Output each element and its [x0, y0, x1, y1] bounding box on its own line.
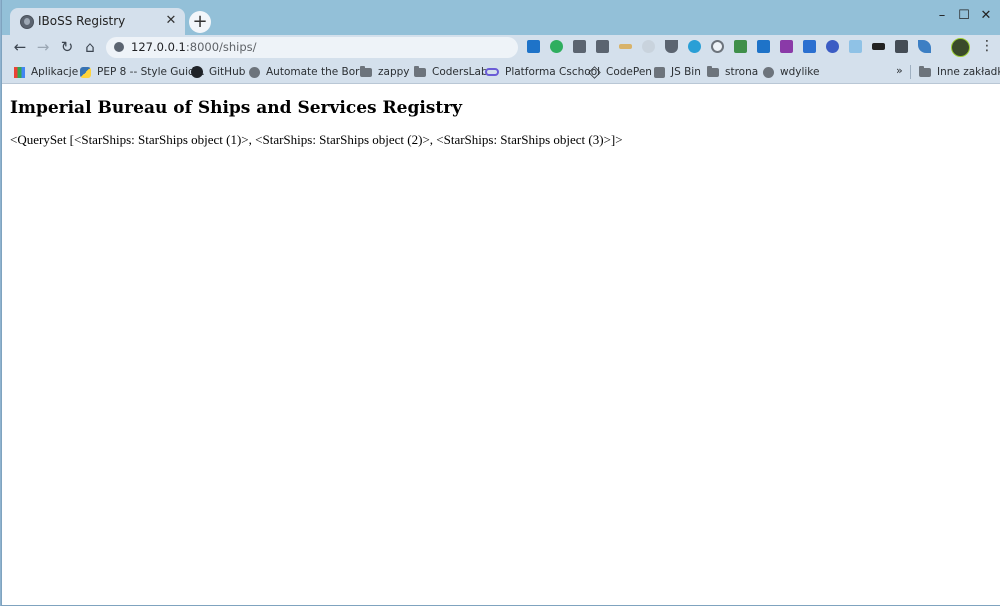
trello-board-extension-icon[interactable] — [757, 40, 770, 53]
bookmarks-bar: Aplikacje PEP 8 -- Style Guid... GitHub … — [2, 60, 1000, 84]
bookmark-label: zappy — [378, 66, 410, 78]
tab-iboss-registry[interactable]: IBoSS Registry ✕ — [10, 8, 185, 35]
folder-icon — [414, 65, 426, 77]
color-picker-extension-icon[interactable] — [826, 40, 839, 53]
pocket-extension-icon[interactable] — [665, 40, 678, 53]
browser-toolbar: ← → ↻ ⌂ 127.0.0.1:8000/ships/ ⋮ — [2, 35, 1000, 60]
jsbin-icon — [654, 66, 665, 78]
bookmark-aplikacje[interactable]: Aplikacje — [14, 64, 78, 80]
tab-title: IBoSS Registry — [38, 14, 126, 28]
bookmark-label: wdylike — [780, 66, 820, 78]
browser-menu-icon[interactable]: ⋮ — [980, 38, 994, 54]
image-extension-icon[interactable] — [895, 40, 908, 53]
bookmark-label: strona — [725, 66, 759, 78]
folder-icon — [707, 65, 719, 77]
globe-icon — [763, 66, 774, 78]
bookmark-label: Platforma Cschool — [505, 66, 601, 78]
bookmark-label: CodePen — [606, 66, 652, 78]
bookmark-codepen[interactable]: CodePen — [588, 64, 652, 80]
bookmark-cschool[interactable]: Platforma Cschool — [485, 64, 600, 80]
home-button[interactable]: ⌂ — [80, 37, 100, 57]
bookmark-zappy[interactable]: zappy — [360, 64, 410, 80]
python-icon — [80, 66, 91, 78]
toggl-extension-icon[interactable] — [803, 40, 816, 53]
bookmark-label: Automate the Bori... — [266, 66, 373, 78]
address-url: 127.0.0.1:8000/ships/ — [131, 40, 257, 54]
back-button[interactable]: ← — [10, 37, 30, 57]
codepen-icon — [588, 65, 601, 79]
incognito-extension-icon[interactable] — [872, 43, 885, 50]
globe-icon — [20, 15, 34, 29]
profile-avatar-icon[interactable] — [951, 38, 970, 57]
bookmark-strona[interactable]: strona — [707, 64, 758, 80]
folder-icon — [919, 65, 931, 77]
bookmark-coderslab[interactable]: CodersLab — [414, 64, 488, 80]
bookmark-automate[interactable]: Automate the Bori... — [249, 64, 372, 80]
bookmarks-overflow-chevron-icon[interactable]: » — [896, 64, 903, 77]
reader-extension-icon[interactable] — [573, 40, 586, 53]
apps-grid-icon — [14, 66, 25, 78]
bookmark-label: PEP 8 -- Style Guid... — [97, 66, 205, 78]
close-window-button[interactable]: ✕ — [976, 8, 996, 23]
close-tab-icon[interactable]: ✕ — [163, 13, 179, 29]
bookmark-label: Inne zakładki — [937, 66, 1000, 78]
layout-extension-icon[interactable] — [596, 40, 609, 53]
maximize-window-button[interactable]: ☐ — [954, 8, 974, 23]
chart-extension-icon[interactable] — [780, 40, 793, 53]
page-title: Imperial Bureau of Ships and Services Re… — [10, 98, 463, 118]
github-icon — [191, 66, 203, 78]
translate-extension-icon[interactable] — [642, 40, 655, 53]
ruler-extension-icon[interactable] — [619, 44, 632, 49]
bookmark-label: JS Bin — [671, 66, 701, 78]
cschool-icon — [485, 68, 499, 76]
globe-icon — [249, 66, 260, 78]
folder-icon — [360, 65, 372, 77]
bookmark-jsbin[interactable]: JS Bin — [654, 64, 701, 80]
trello-extension-icon[interactable] — [527, 40, 540, 53]
bookmark-label: CodersLab — [432, 66, 488, 78]
address-path: :8000/ships/ — [185, 40, 257, 54]
minimize-window-button[interactable]: – — [932, 8, 952, 23]
grid-extension-icon[interactable] — [849, 40, 862, 53]
tab-strip: IBoSS Registry ✕ + – ☐ ✕ — [2, 0, 1000, 35]
page-viewport: Imperial Bureau of Ships and Services Re… — [2, 84, 1000, 605]
check-extension-icon[interactable] — [734, 40, 747, 53]
bookmark-label: Aplikacje — [31, 66, 79, 78]
bookmark-github[interactable]: GitHub — [191, 64, 245, 80]
browser-window: IBoSS Registry ✕ + – ☐ ✕ ← → ↻ ⌂ 127.0.0… — [1, 0, 1000, 606]
queryset-output: <QuerySet [<StarShips: StarShips object … — [10, 132, 623, 147]
plus-extension-icon[interactable] — [688, 40, 701, 53]
refresh-extension-icon[interactable] — [550, 40, 563, 53]
bookmark-other[interactable]: Inne zakładki — [919, 64, 1000, 80]
bookmark-pep8[interactable]: PEP 8 -- Style Guid... — [80, 64, 205, 80]
record-extension-icon[interactable] — [711, 40, 724, 53]
bookmarks-divider — [910, 65, 911, 79]
address-bar[interactable]: 127.0.0.1:8000/ships/ — [106, 37, 518, 58]
bookmark-label: GitHub — [209, 66, 246, 78]
forward-button[interactable]: → — [33, 37, 53, 57]
reload-button[interactable]: ↻ — [57, 37, 77, 57]
bookmark-wdylike[interactable]: wdylike — [763, 64, 819, 80]
site-info-icon[interactable] — [114, 42, 124, 52]
address-host: 127.0.0.1 — [131, 40, 186, 54]
feather-extension-icon[interactable] — [918, 40, 931, 53]
new-tab-button[interactable]: + — [189, 11, 211, 33]
